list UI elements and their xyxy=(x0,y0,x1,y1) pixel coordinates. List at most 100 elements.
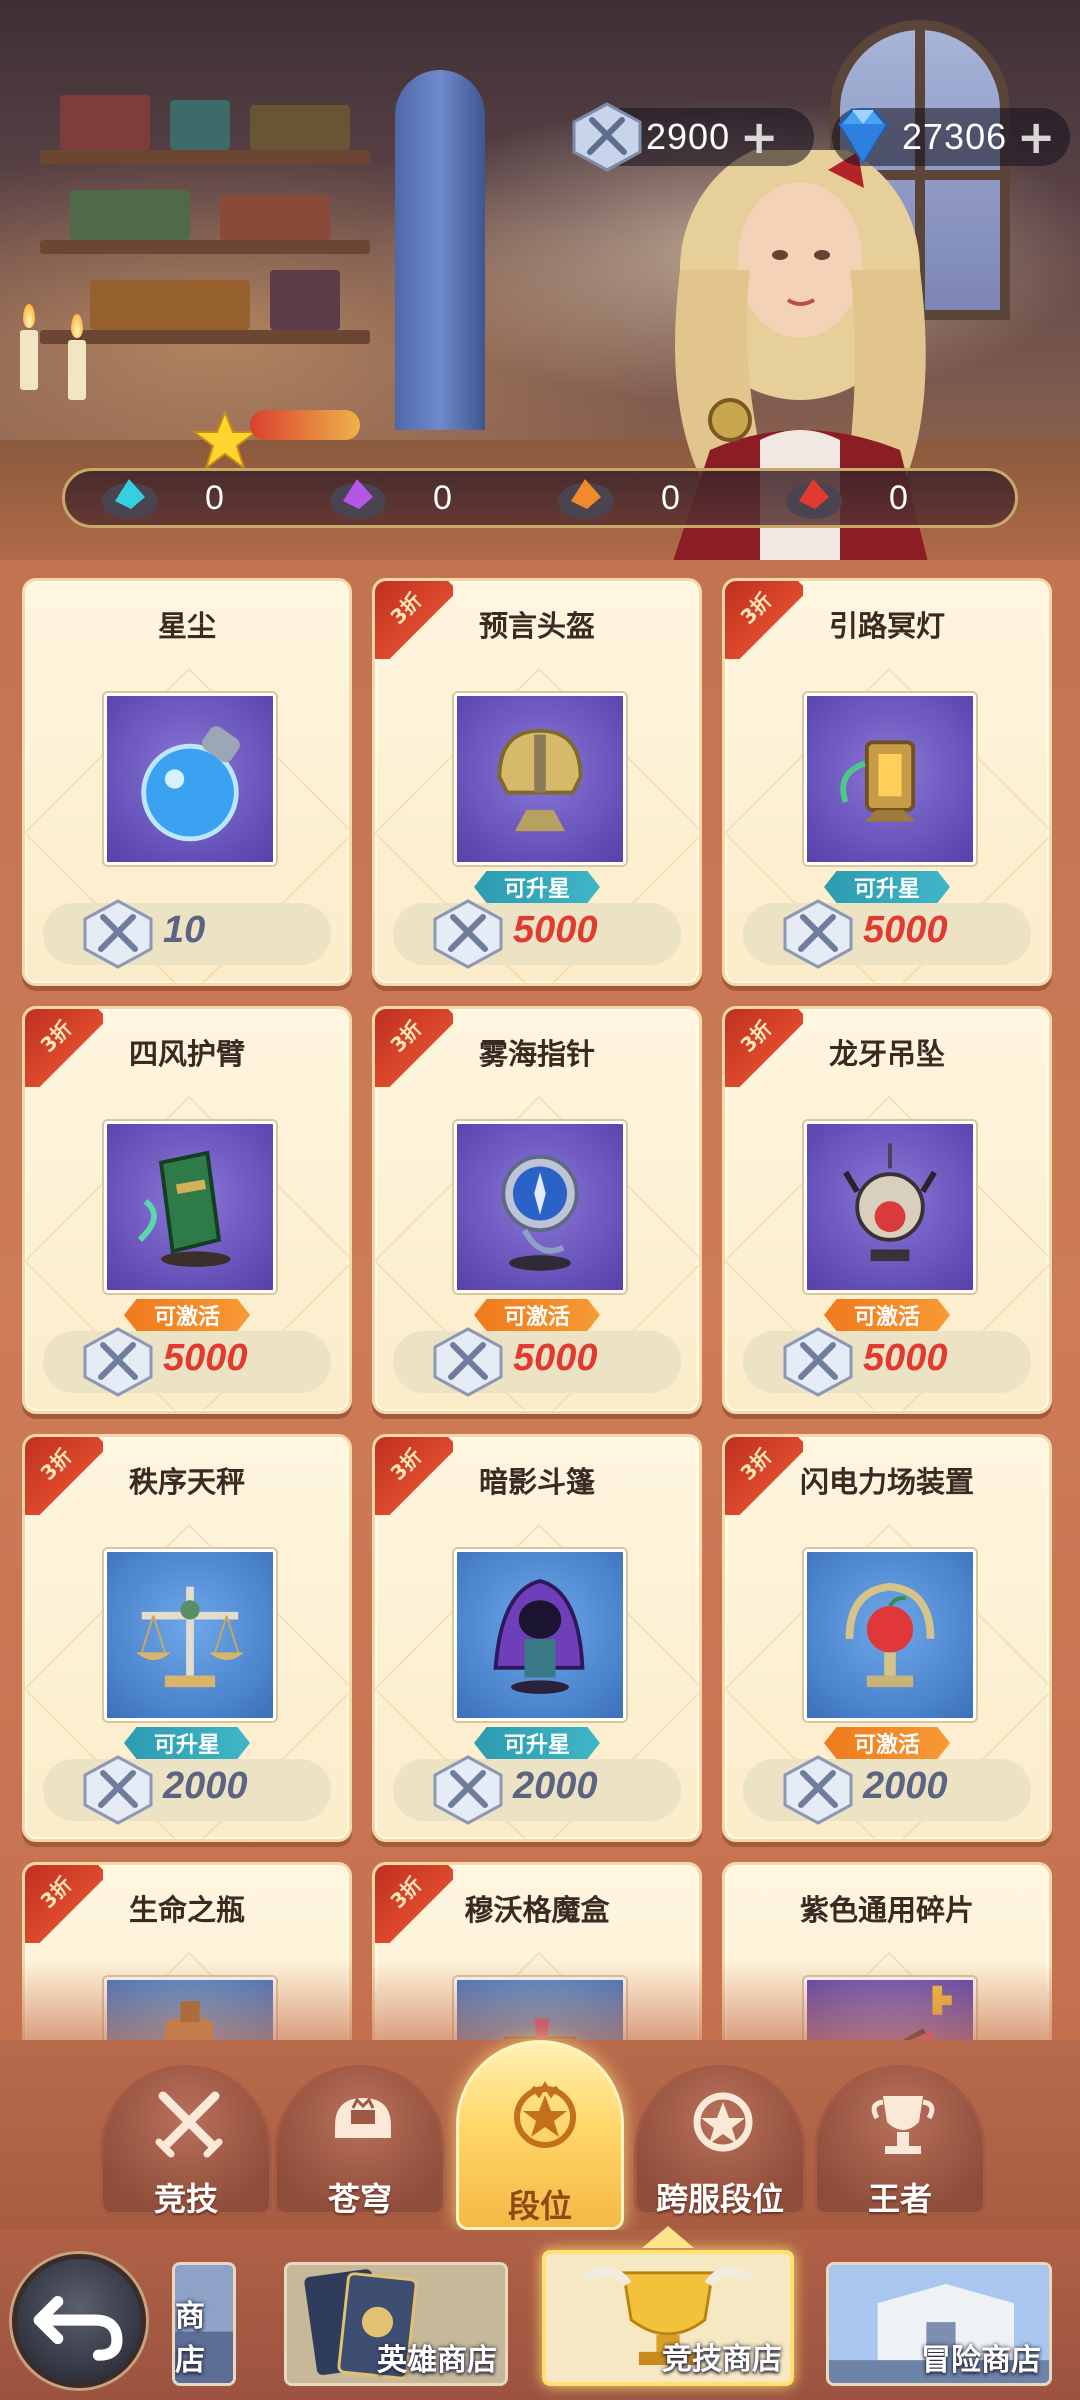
arena-coin-icon xyxy=(572,102,642,172)
item-name: 生命之瓶 xyxy=(128,1893,245,1927)
banner-decor xyxy=(170,100,230,150)
banner-decor xyxy=(60,95,150,150)
helmet-crown-icon xyxy=(335,2097,391,2138)
tab-label: 段位 xyxy=(507,2187,572,2225)
arena-coin-icon xyxy=(83,1755,153,1825)
item-name: 四风护臂 xyxy=(128,1037,245,1071)
tab-label: 竞技 xyxy=(153,2180,218,2218)
shop-banner: 2900 + 27306 + 0 0 0 0 xyxy=(0,0,1080,560)
compass-icon xyxy=(501,1154,579,1271)
item-price: 5000 xyxy=(163,1337,248,1379)
add-diamond-button[interactable]: + xyxy=(1007,108,1065,166)
shop-item-card[interactable]: 3折 闪电力场装置 可激活 2000 xyxy=(722,1434,1052,1842)
item-image-frame xyxy=(454,693,626,865)
shop-tab-adventure-store[interactable]: 冒险商店 xyxy=(826,2262,1052,2386)
item-price: 5000 xyxy=(863,909,948,951)
item-price: 5000 xyxy=(863,1337,948,1379)
resource-count: 0 xyxy=(205,478,224,517)
arena-coin-value: 2900 xyxy=(646,116,731,157)
item-image-frame xyxy=(804,693,976,865)
resource-strip: 0 0 0 0 xyxy=(62,468,1018,528)
shop-item-card[interactable]: 3折 雾海指针 可激活 5000 xyxy=(372,1006,702,1414)
banner-curtain xyxy=(395,70,485,430)
banner-shelf xyxy=(40,330,370,344)
potion-flask-icon xyxy=(141,726,240,842)
back-arrow-icon xyxy=(33,2296,123,2361)
shop-item-card[interactable]: 星尘 10 xyxy=(22,578,352,986)
arena-coin-icon xyxy=(433,1327,503,1397)
shop-tab-label: 冒险商店 xyxy=(921,2343,1041,2378)
item-name: 引路冥灯 xyxy=(828,609,945,643)
resource-purple: 0 xyxy=(323,471,452,525)
diamond-value: 27306 xyxy=(902,116,1008,157)
resource-red: 0 xyxy=(779,471,908,525)
cross-server-rank-icon xyxy=(693,2092,753,2152)
plus-icon: + xyxy=(1016,110,1056,164)
tab-rank[interactable]: 段位 xyxy=(456,2040,624,2230)
shop-item-card[interactable]: 3折 秩序天秤 可升星 2000 xyxy=(22,1434,352,1842)
banner-shelf xyxy=(40,240,370,254)
arena-coin-icon xyxy=(433,1755,503,1825)
item-image-frame xyxy=(104,693,276,865)
item-name: 雾海指针 xyxy=(478,1037,595,1071)
item-price: 5000 xyxy=(513,909,598,951)
item-price: 5000 xyxy=(513,1337,598,1379)
lantern-icon xyxy=(840,740,916,822)
item-image-frame xyxy=(804,1549,976,1721)
item-name: 闪电力场装置 xyxy=(799,1465,974,1499)
tab-label: 苍穹 xyxy=(327,2180,392,2218)
tab-label: 跨服段位 xyxy=(655,2180,784,2218)
resource-count: 0 xyxy=(889,478,908,517)
banner-shelf xyxy=(40,150,370,164)
item-name: 穆沃格魔盒 xyxy=(464,1893,610,1927)
item-name: 预言头盔 xyxy=(478,609,595,643)
arena-coin-icon xyxy=(783,1755,853,1825)
item-image-frame xyxy=(104,1549,276,1721)
item-name: 暗影斗篷 xyxy=(478,1465,595,1499)
shop-tab-label: 竞技商店 xyxy=(662,2342,782,2377)
price-bar: 5000 xyxy=(743,899,1031,969)
shop-item-card[interactable]: 3折 龙牙吊坠 可激活 5000 xyxy=(722,1006,1052,1414)
banner-decor xyxy=(70,190,190,240)
resource-count: 0 xyxy=(661,478,680,517)
cyan-ore-icon xyxy=(102,479,158,519)
shop-item-card[interactable]: 3折 引路冥灯 可升星 5000 xyxy=(722,578,1052,986)
shop-item-card[interactable]: 3折 预言头盔 可升星 5000 xyxy=(372,578,702,986)
purple-ore-icon xyxy=(330,479,386,519)
cloak-icon xyxy=(493,1578,585,1694)
shop-item-grid: 星尘 10 3折 预言头盔 可升星 5000 3折 引路冥灯 可升星 5000 3折 四风护臂 可激活 5… xyxy=(0,560,1080,2060)
price-bar: 5000 xyxy=(393,899,681,969)
diamond-icon xyxy=(838,108,888,165)
bracer-icon xyxy=(137,1150,231,1267)
banner-decor xyxy=(270,270,340,330)
resource-count: 0 xyxy=(433,478,452,517)
king-trophy-icon xyxy=(871,2096,935,2154)
arena-coin-icon xyxy=(783,899,853,969)
banner-decor xyxy=(250,105,350,150)
shop-item-card[interactable]: 3折 暗影斗篷 可升星 2000 xyxy=(372,1434,702,1842)
shop-tab-hero-store[interactable]: 英雄商店 xyxy=(284,2262,508,2386)
shop-tab-arena-store[interactable]: 竞技商店 xyxy=(542,2250,794,2386)
price-bar: 5000 xyxy=(393,1327,681,1397)
helmet-icon xyxy=(497,728,583,832)
price-bar: 2000 xyxy=(43,1755,331,1825)
rank-emblem-icon xyxy=(514,2081,576,2148)
arena-coin-icon xyxy=(83,1327,153,1397)
item-image-frame xyxy=(454,1549,626,1721)
back-button[interactable] xyxy=(12,2254,146,2388)
item-name: 星尘 xyxy=(157,609,216,643)
pendant-icon xyxy=(843,1143,937,1262)
selected-indicator-icon xyxy=(642,2226,694,2248)
shop-tab-label: 商店 xyxy=(175,2299,205,2378)
add-arena-coin-button[interactable]: + xyxy=(730,108,788,166)
shop-item-card[interactable]: 3折 四风护臂 可激活 5000 xyxy=(22,1006,352,1414)
item-price: 2000 xyxy=(163,1765,248,1807)
item-price: 2000 xyxy=(513,1765,598,1807)
shop-tab-label: 英雄商店 xyxy=(377,2343,497,2378)
shop-tab-store[interactable]: 商店 xyxy=(172,2262,236,2386)
item-name: 龙牙吊坠 xyxy=(828,1037,945,1071)
diamond-balance: 27306 + xyxy=(832,108,1070,166)
item-image-frame xyxy=(454,1121,626,1293)
banner-decor xyxy=(90,280,250,330)
item-image-frame xyxy=(804,1121,976,1293)
